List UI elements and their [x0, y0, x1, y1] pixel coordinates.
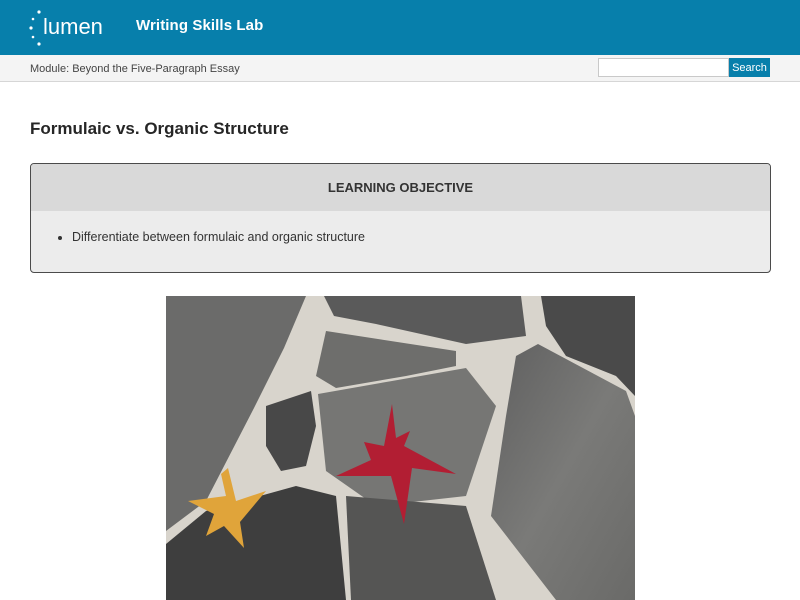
- objective-item: Differentiate between formulaic and orga…: [72, 230, 770, 244]
- logo-wordmark: lumen: [43, 14, 103, 39]
- module-bar: Module: Beyond the Five-Paragraph Essay …: [0, 55, 800, 82]
- search-button[interactable]: Search: [729, 58, 770, 77]
- objective-list: Differentiate between formulaic and orga…: [31, 211, 770, 244]
- lumen-logo[interactable]: lumen: [28, 8, 108, 48]
- breadcrumb[interactable]: Module: Beyond the Five-Paragraph Essay: [30, 63, 240, 75]
- page-title: Formulaic vs. Organic Structure: [30, 119, 289, 138]
- learning-objective-heading: LEARNING OBJECTIVE: [31, 164, 770, 211]
- photo-leaves-on-stone: [166, 296, 635, 600]
- site-title[interactable]: Writing Skills Lab: [136, 17, 263, 34]
- learning-objective-box: LEARNING OBJECTIVE Differentiate between…: [30, 163, 771, 273]
- search-input[interactable]: [598, 58, 729, 77]
- logo-dots-icon: [29, 10, 41, 46]
- top-header: lumen Writing Skills Lab: [0, 0, 800, 55]
